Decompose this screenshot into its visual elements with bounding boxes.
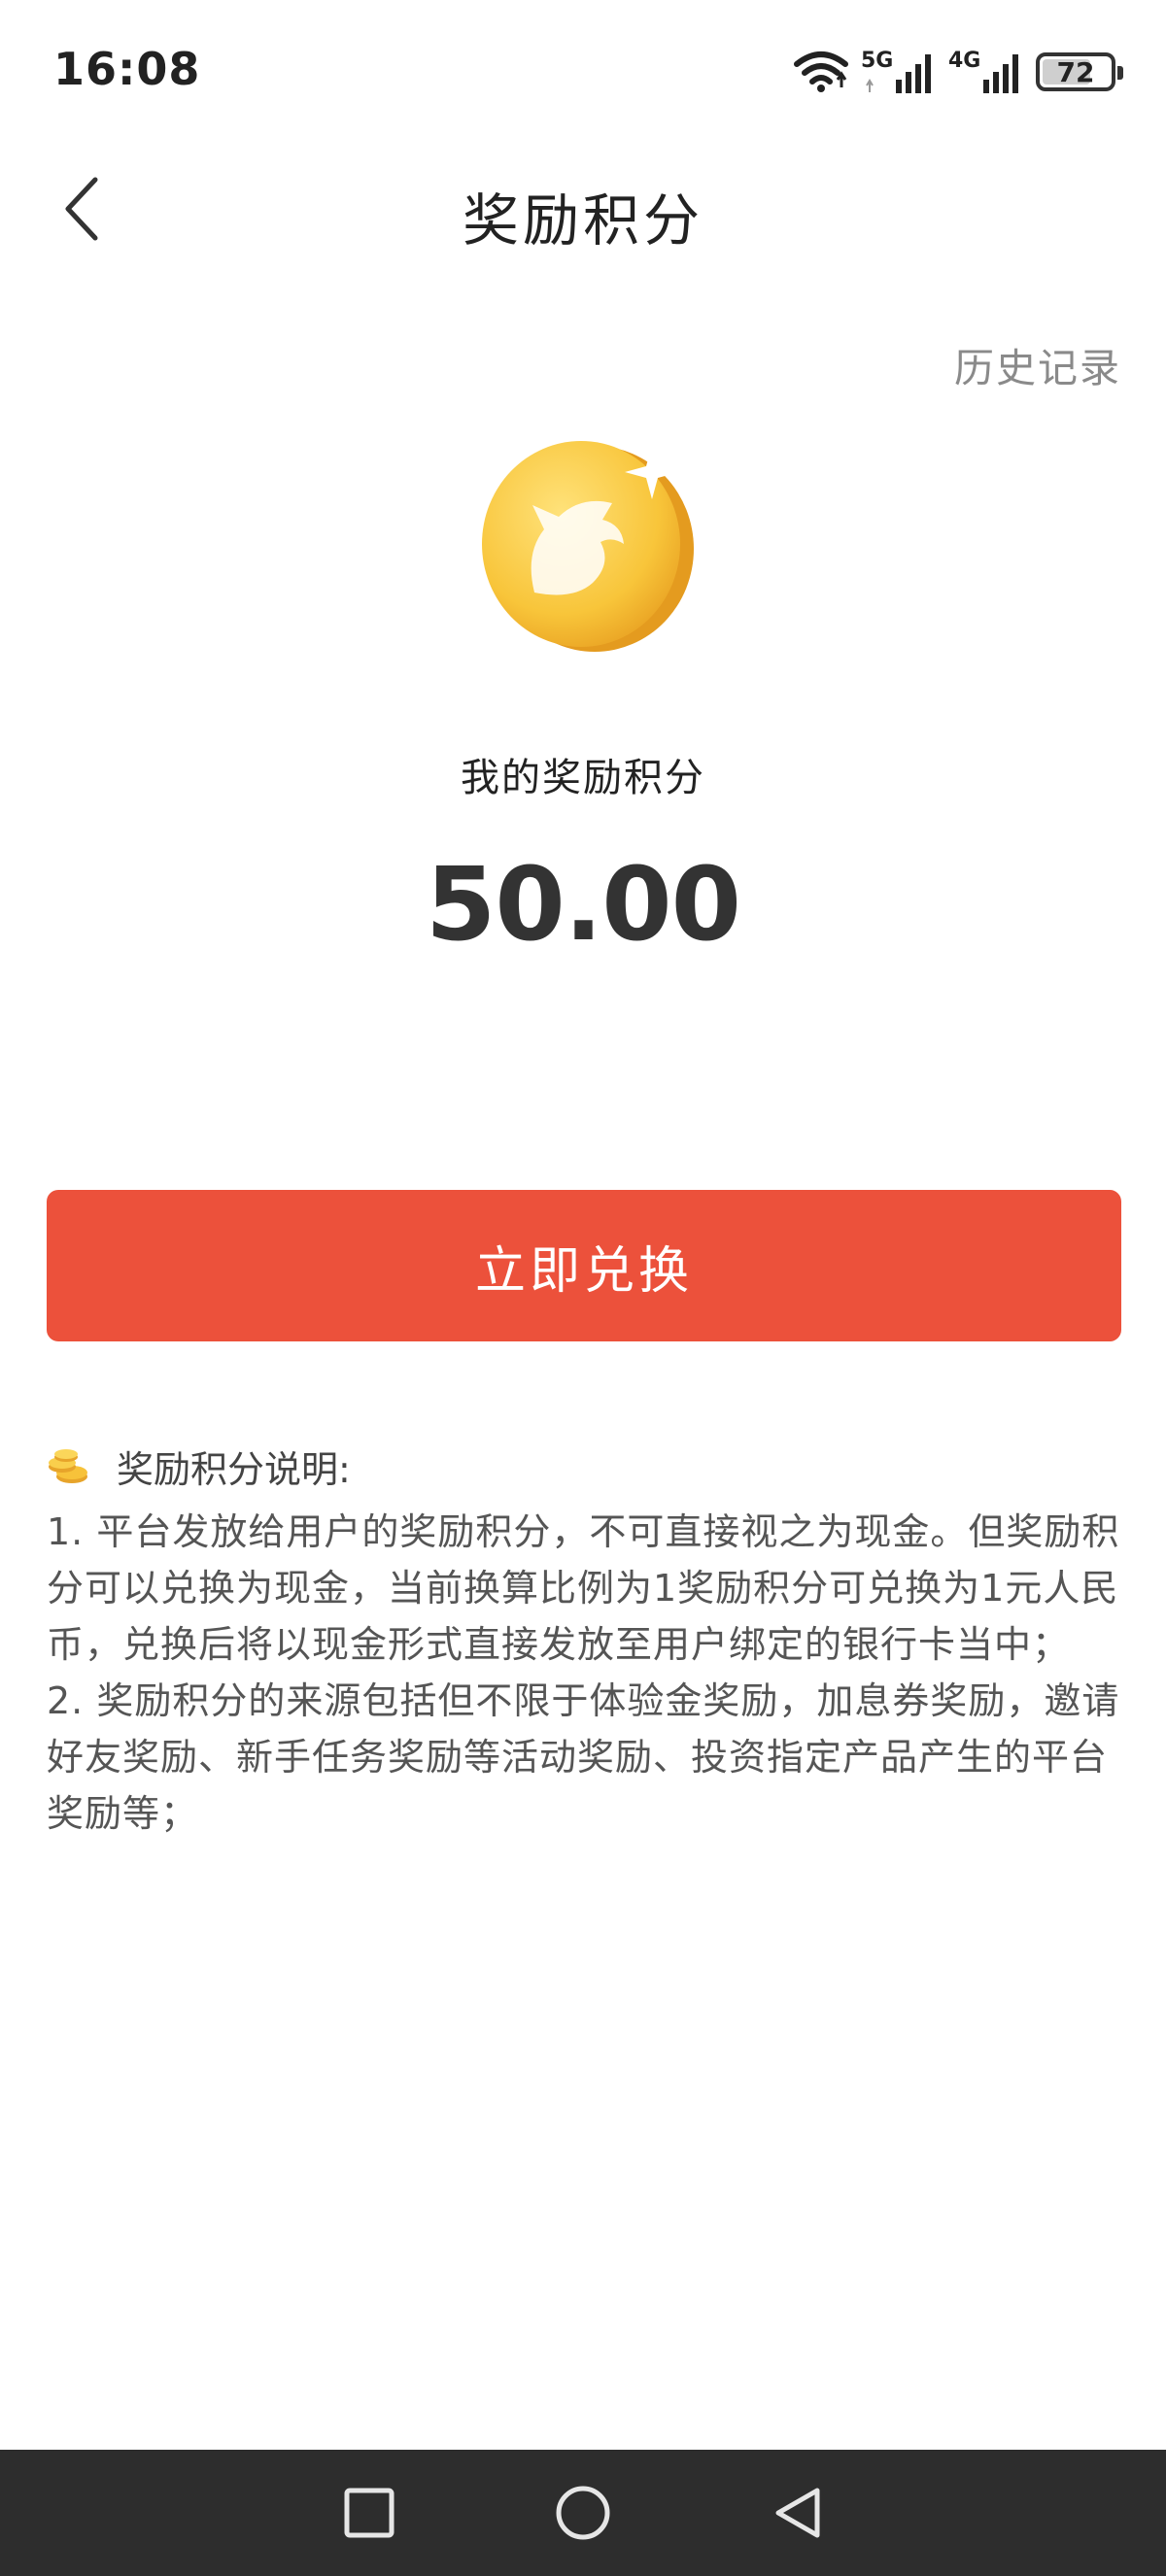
exchange-button[interactable]: 立即兑换 [47, 1190, 1121, 1341]
home-button[interactable] [554, 2484, 612, 2542]
rules-title: 奖励积分说明: [117, 1448, 351, 1491]
status-time: 16:08 [53, 43, 201, 95]
square-icon [344, 2488, 394, 2538]
history-link[interactable]: 历史记录 [954, 335, 1121, 393]
signal-5g-icon: 5G [861, 47, 937, 97]
points-value: 50.00 [426, 845, 741, 964]
rules-header: 奖励积分说明: [47, 1440, 351, 1493]
battery-icon: 72 [1036, 52, 1123, 91]
coins-icon [49, 1448, 87, 1483]
system-nav-bar [0, 2450, 1166, 2576]
points-label: 我的奖励积分 [461, 756, 705, 800]
screen: 16:08 5G 4G 72 奖励积分 历史记录 我的奖励积分 50.00 立即… [0, 0, 1166, 2576]
triangle-back-icon [775, 2488, 820, 2538]
system-back-button[interactable] [768, 2484, 826, 2542]
battery-level: 72 [1056, 55, 1095, 88]
wifi-icon [794, 51, 848, 92]
nav-bar: 奖励积分 [0, 146, 1166, 272]
rules-item: 2. 奖励积分的来源包括但不限于体验金奖励，加息券奖励，邀请好友奖励、新手任务奖… [47, 1679, 1120, 1835]
status-icons: 5G 4G 72 [793, 47, 1123, 97]
signal-4g-icon: 4G [948, 47, 1024, 97]
rules-item: 1. 平台发放给用户的奖励积分，不可直接视之为现金。但奖励积分可以兑换为现金，当… [47, 1510, 1120, 1666]
status-bar: 16:08 5G 4G 72 [0, 0, 1166, 146]
circle-icon [556, 2486, 610, 2540]
page-title: 奖励积分 [462, 187, 703, 254]
coin-icon [482, 441, 694, 652]
recent-apps-button[interactable] [340, 2484, 398, 2542]
rules-body: 1. 平台发放给用户的奖励积分，不可直接视之为现金。但奖励积分可以兑换为现金，当… [47, 1504, 1125, 1842]
